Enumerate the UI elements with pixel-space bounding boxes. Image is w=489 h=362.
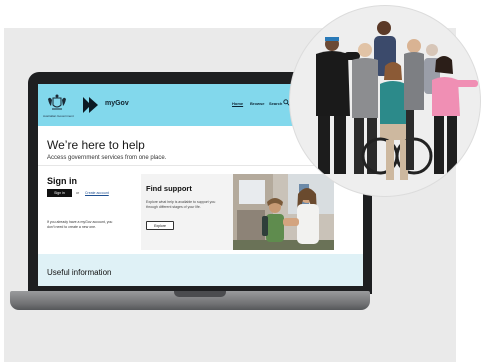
- nav-home-link[interactable]: Home: [232, 101, 243, 106]
- group-photo: [316, 21, 478, 180]
- existing-account-note: If you already have a myGov account, you…: [47, 220, 113, 229]
- useful-information-heading: Useful information: [47, 268, 112, 277]
- nav-browse-link[interactable]: Browse: [250, 101, 264, 106]
- signin-button[interactable]: Sign in: [47, 189, 72, 197]
- family-photo: [233, 174, 334, 250]
- search-icon[interactable]: [283, 99, 290, 106]
- laptop-notch: [174, 291, 226, 297]
- hero-title: We’re here to help: [47, 138, 145, 152]
- logo-text[interactable]: myGov: [105, 100, 129, 107]
- find-support-heading: Find support: [146, 184, 192, 193]
- mygov-logo-icon[interactable]: [82, 96, 102, 114]
- hero-subtitle: Access government services from one plac…: [47, 155, 167, 161]
- group-photo-circle: [290, 6, 480, 196]
- create-account-link[interactable]: Create account: [85, 191, 109, 195]
- crest-caption: Australian Government: [43, 114, 74, 118]
- coat-of-arms-icon: [48, 94, 66, 110]
- find-support-description: Explore what help is available to suppor…: [146, 200, 216, 209]
- or-text: or: [76, 191, 80, 195]
- explore-button[interactable]: Explore: [146, 221, 174, 230]
- nav-search-link[interactable]: Search: [269, 101, 282, 106]
- signin-heading: Sign in: [47, 176, 77, 186]
